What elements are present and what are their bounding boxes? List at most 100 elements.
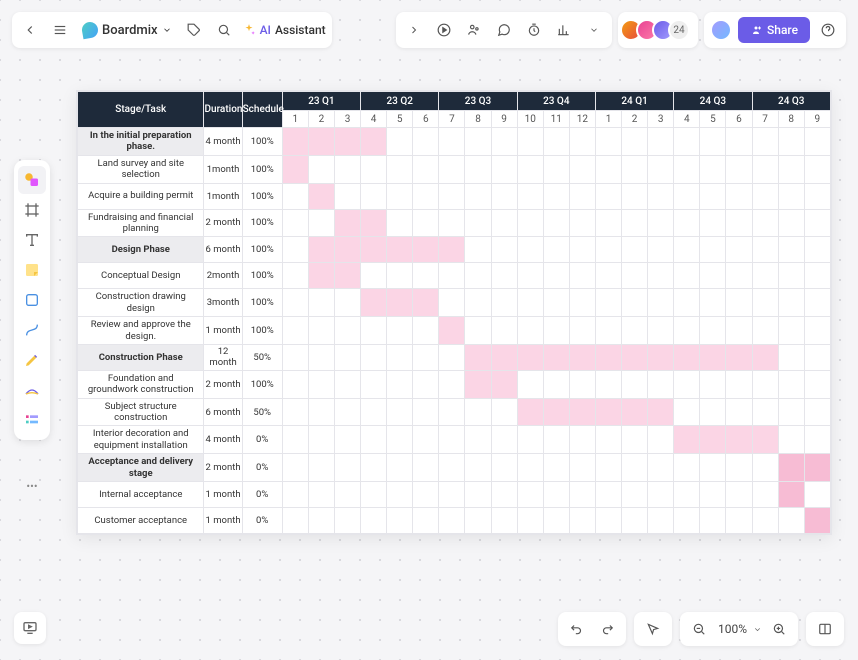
gantt-row[interactable]: Conceptual Design2month100% (78, 263, 831, 289)
pen-tool[interactable] (18, 346, 46, 374)
gantt-row[interactable]: Subject structure construction6 month50% (78, 398, 831, 426)
gantt-row[interactable]: In the initial preparation phase.4 month… (78, 128, 831, 156)
avatar-count[interactable]: 24 (668, 19, 690, 41)
header-month: 5 (700, 111, 726, 128)
header-quarter: 23 Q1 (282, 92, 360, 111)
gantt-row[interactable]: Foundation and groundwork construction2 … (78, 370, 831, 398)
gantt-chart[interactable]: Stage/Task Duration Schedule 23 Q1 23 Q2… (76, 90, 832, 535)
gantt-cell (569, 209, 595, 237)
gantt-cell (361, 482, 387, 508)
collaborator-avatars[interactable]: 24 (626, 19, 690, 41)
gantt-cell (413, 370, 439, 398)
gantt-row[interactable]: Land survey and site selection1month100% (78, 155, 831, 183)
frame-tool[interactable] (18, 196, 46, 224)
gantt-row[interactable]: Acceptance and delivery stage2 month0% (78, 454, 831, 482)
gantt-row[interactable]: Review and approve the design.1 month100… (78, 317, 831, 345)
line-tool[interactable] (18, 376, 46, 404)
gantt-row[interactable]: Customer acceptance1 month0% (78, 508, 831, 534)
shape-tool[interactable] (18, 286, 46, 314)
gantt-cell (595, 183, 621, 209)
gantt-cell (595, 317, 621, 345)
gantt-cell (648, 155, 674, 183)
gantt-cell (543, 263, 569, 289)
gantt-cell (465, 183, 491, 209)
minimap-button[interactable] (812, 616, 838, 642)
gantt-cell (622, 263, 648, 289)
undo-button[interactable] (564, 616, 590, 642)
current-user-avatar[interactable] (710, 19, 732, 41)
collaborate-button[interactable] (462, 18, 486, 42)
gantt-cell (439, 426, 465, 454)
share-button[interactable]: Share (738, 17, 810, 43)
gantt-cell (804, 155, 830, 183)
task-name: Design Phase (78, 237, 204, 263)
gantt-cell (517, 317, 543, 345)
expand-button[interactable] (402, 18, 426, 42)
connector-tool[interactable] (18, 316, 46, 344)
gantt-cell (778, 482, 804, 508)
zoom-out-button[interactable] (686, 616, 712, 642)
gantt-cell (308, 370, 334, 398)
more-chevron-button[interactable] (582, 18, 606, 42)
brand-dropdown[interactable]: Boardmix (78, 22, 176, 38)
gantt-row[interactable]: Construction drawing design3month100% (78, 289, 831, 317)
gantt-cell (622, 183, 648, 209)
gantt-cell (361, 370, 387, 398)
gantt-cell (569, 482, 595, 508)
task-duration: 2month (204, 263, 242, 289)
gantt-row[interactable]: Construction Phase12 month50% (78, 344, 831, 370)
gantt-cell (517, 128, 543, 156)
zoom-level[interactable]: 100% (716, 622, 749, 636)
gantt-row[interactable]: Interior decoration and equipment instal… (78, 426, 831, 454)
tag-button[interactable] (182, 18, 206, 42)
chart-button[interactable] (552, 18, 576, 42)
gantt-cell (595, 237, 621, 263)
gantt-cell (674, 482, 700, 508)
text-tool[interactable] (18, 226, 46, 254)
gantt-row[interactable]: Acquire a building permit1month100% (78, 183, 831, 209)
search-button[interactable] (212, 18, 236, 42)
ai-assistant-button[interactable]: AI Assistant (242, 23, 326, 37)
gantt-cell (569, 155, 595, 183)
gantt-cell (726, 155, 752, 183)
gantt-cell (361, 344, 387, 370)
comment-button[interactable] (492, 18, 516, 42)
play-button[interactable] (432, 18, 456, 42)
gantt-cell (491, 155, 517, 183)
gantt-cell (569, 289, 595, 317)
gantt-cell (491, 454, 517, 482)
gantt-cell (543, 128, 569, 156)
gantt-cell (648, 482, 674, 508)
gantt-cell (648, 317, 674, 345)
gantt-cell (282, 344, 308, 370)
more-tools-button[interactable]: ••• (14, 480, 50, 493)
header-quarter: 24 Q3 (674, 92, 752, 111)
header-month: 1 (282, 111, 308, 128)
gantt-cell (674, 183, 700, 209)
header-month: 3 (648, 111, 674, 128)
gantt-cell (439, 289, 465, 317)
redo-button[interactable] (594, 616, 620, 642)
zoom-in-button[interactable] (766, 616, 792, 642)
gantt-cell (674, 344, 700, 370)
gantt-row[interactable]: Design Phase6 month100% (78, 237, 831, 263)
timer-button[interactable] (522, 18, 546, 42)
gantt-cell (595, 398, 621, 426)
gantt-cell (569, 398, 595, 426)
gantt-cell (308, 344, 334, 370)
header-month: 9 (804, 111, 830, 128)
gantt-cell (569, 263, 595, 289)
gantt-cell (517, 183, 543, 209)
gantt-row[interactable]: Internal acceptance1 month0% (78, 482, 831, 508)
sticky-note-tool[interactable] (18, 256, 46, 284)
shapes-tool[interactable] (18, 166, 46, 194)
back-button[interactable] (18, 18, 42, 42)
gantt-cell (543, 344, 569, 370)
present-button[interactable] (14, 612, 46, 644)
cursor-tool[interactable] (640, 616, 666, 642)
menu-button[interactable] (48, 18, 72, 42)
gantt-row[interactable]: Fundraising and financial planning2 mont… (78, 209, 831, 237)
list-tool[interactable] (18, 406, 46, 434)
gantt-cell (439, 317, 465, 345)
help-button[interactable] (816, 18, 840, 42)
